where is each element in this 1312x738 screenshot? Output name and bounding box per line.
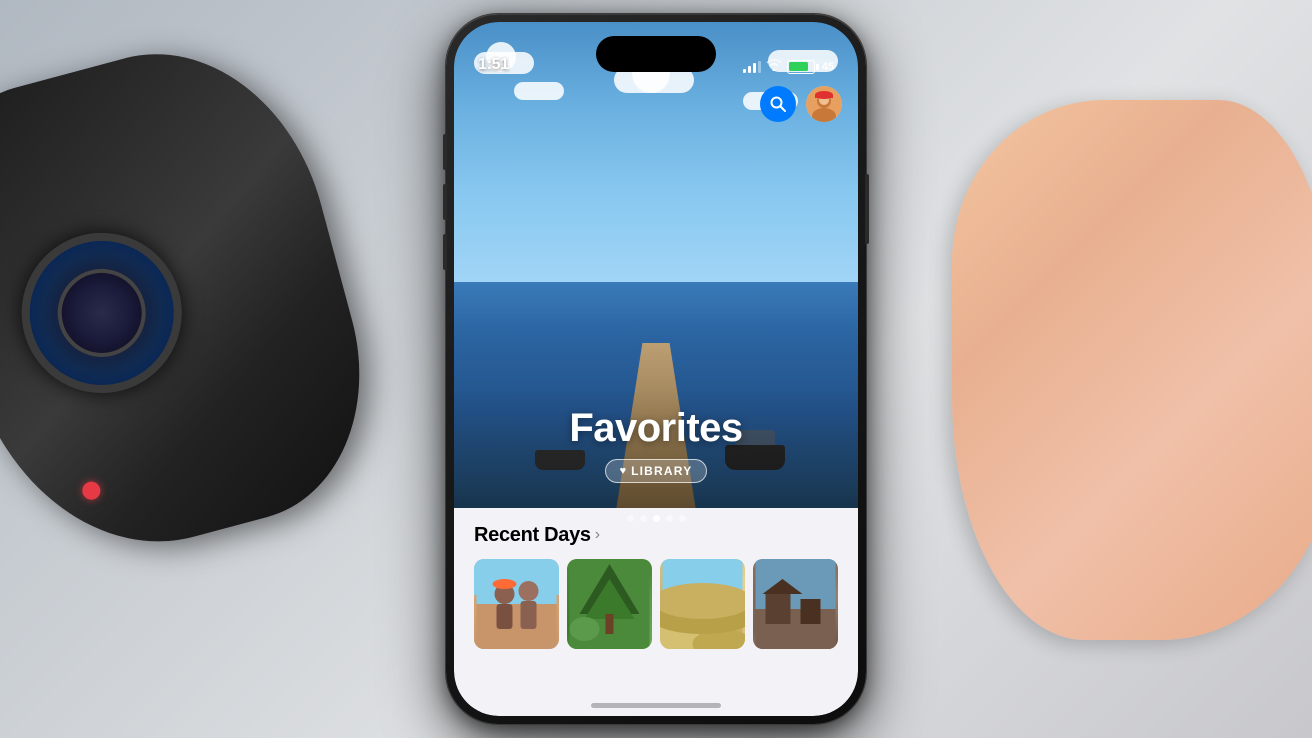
page-dot-1 xyxy=(627,515,634,522)
thumbnail-1-content xyxy=(474,559,559,649)
page-dot-3 xyxy=(653,515,660,522)
avatar-icon xyxy=(806,86,842,122)
camera-lens xyxy=(4,215,200,411)
thumbnail-1[interactable] xyxy=(474,559,559,649)
page-dot-5 xyxy=(679,515,686,522)
phone: Favorites ♥ LIBRARY 1:51 xyxy=(446,14,866,724)
signal-icon xyxy=(743,61,761,73)
camera-red-dot xyxy=(80,480,102,502)
search-icon xyxy=(769,95,787,113)
library-label: LIBRARY xyxy=(631,464,692,478)
favorites-title: Favorites xyxy=(454,406,858,451)
page-dots xyxy=(454,515,858,522)
recent-days-header[interactable]: Recent Days › xyxy=(474,524,838,547)
thumbnail-3[interactable] xyxy=(660,559,745,649)
hand-object xyxy=(952,100,1312,640)
thumbnail-3-image xyxy=(660,559,745,649)
battery-percent: 45 xyxy=(822,61,834,73)
thumbnail-4-image xyxy=(753,559,838,649)
search-button[interactable] xyxy=(760,86,796,122)
library-heart-icon: ♥ xyxy=(620,465,627,477)
battery-icon xyxy=(787,60,815,74)
home-indicator xyxy=(591,703,721,708)
thumbnail-1-image xyxy=(474,559,559,649)
wifi-icon xyxy=(766,59,782,74)
library-badge: ♥ LIBRARY xyxy=(605,459,708,483)
thumbnails-row xyxy=(474,559,838,649)
chevron-right-icon: › xyxy=(595,526,600,544)
cloud-4 xyxy=(514,82,564,100)
page-dot-2 xyxy=(640,515,647,522)
photo-overlay: Favorites ♥ LIBRARY xyxy=(454,406,858,483)
thumbnail-2-image xyxy=(567,559,652,649)
page-dot-4 xyxy=(666,515,673,522)
dynamic-island xyxy=(596,36,716,72)
status-time: 1:51 xyxy=(478,56,509,74)
phone-screen: Favorites ♥ LIBRARY 1:51 xyxy=(454,22,858,716)
thumbnail-4[interactable] xyxy=(753,559,838,649)
avatar-button[interactable] xyxy=(806,86,842,122)
recent-days-title: Recent Days xyxy=(474,524,591,547)
battery-fill xyxy=(789,62,807,71)
thumbnail-2[interactable] xyxy=(567,559,652,649)
status-icons: 45 xyxy=(743,59,834,74)
bottom-panel: Recent Days › xyxy=(454,508,858,716)
top-actions xyxy=(760,86,842,122)
